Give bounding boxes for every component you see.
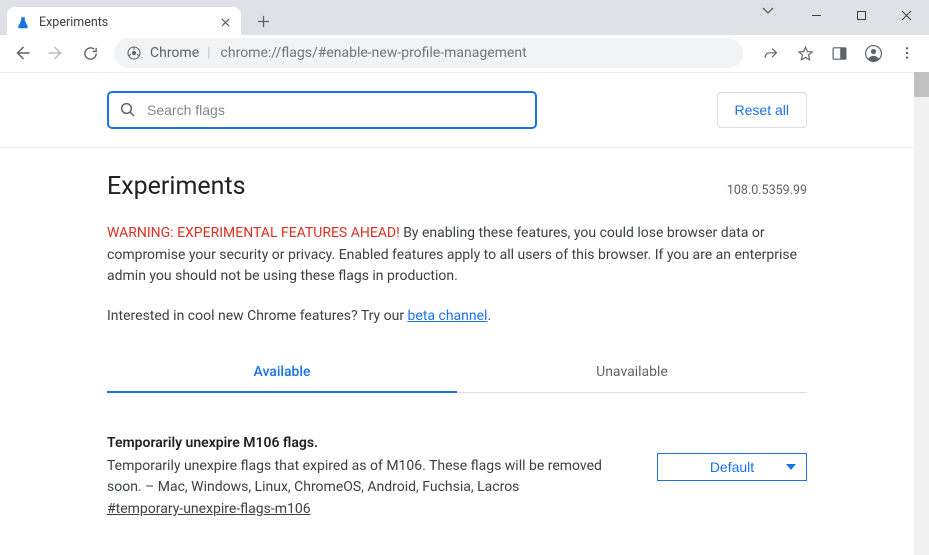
search-row: Reset all xyxy=(0,73,914,148)
close-tab-icon[interactable] xyxy=(217,14,233,30)
new-tab-button[interactable] xyxy=(249,7,277,35)
beta-line: Interested in cool new Chrome features? … xyxy=(107,308,807,324)
tabs: Available Unavailable xyxy=(107,352,807,393)
beta-pre: Interested in cool new Chrome features? … xyxy=(107,308,408,324)
search-wrap[interactable] xyxy=(107,91,537,129)
warning-red: WARNING: EXPERIMENTAL FEATURES AHEAD! xyxy=(107,225,400,241)
window-controls xyxy=(794,0,929,30)
flag-hash-link[interactable]: #temporary-unexpire-flags-m106 xyxy=(107,501,311,517)
scrollbar-thumb[interactable] xyxy=(914,72,929,97)
minimize-button[interactable] xyxy=(794,0,839,30)
beta-channel-link[interactable]: beta channel xyxy=(408,308,488,324)
reload-button[interactable] xyxy=(74,38,106,68)
back-button[interactable] xyxy=(6,38,38,68)
search-icon xyxy=(119,101,137,119)
version-label: 108.0.5359.99 xyxy=(727,183,807,198)
search-input[interactable] xyxy=(147,102,525,118)
page-title: Experiments xyxy=(107,172,246,201)
scrollbar-track[interactable] xyxy=(914,72,929,555)
flag-desc: Temporarily unexpire flags that expired … xyxy=(107,456,637,498)
tab-unavailable[interactable]: Unavailable xyxy=(457,352,807,392)
content: Experiments 108.0.5359.99 WARNING: EXPER… xyxy=(0,148,914,555)
omnibox-separator: | xyxy=(207,45,210,61)
titlebar: Experiments xyxy=(0,0,929,35)
warning-text: WARNING: EXPERIMENTAL FEATURES AHEAD! By… xyxy=(107,223,807,288)
forward-button[interactable] xyxy=(40,38,72,68)
share-icon[interactable] xyxy=(755,38,787,68)
flag-select[interactable]: Default xyxy=(657,453,807,481)
browser-tab[interactable]: Experiments xyxy=(7,7,241,37)
tab-available[interactable]: Available xyxy=(107,352,457,392)
page-viewport: Reset all Experiments 108.0.5359.99 WARN… xyxy=(0,72,914,555)
flask-icon xyxy=(15,14,31,30)
beta-post: . xyxy=(487,308,491,324)
close-window-button[interactable] xyxy=(884,0,929,30)
tab-title: Experiments xyxy=(39,15,108,30)
omnibox-url: chrome://flags/#enable-new-profile-manag… xyxy=(221,45,527,61)
toolbar: Chrome | chrome://flags/#enable-new-prof… xyxy=(0,35,929,72)
omnibox[interactable]: Chrome | chrome://flags/#enable-new-prof… xyxy=(114,38,743,68)
omnibox-prefix: Chrome xyxy=(150,45,199,61)
profile-icon[interactable] xyxy=(857,38,889,68)
site-info-icon[interactable]: Chrome xyxy=(126,45,199,61)
bookmark-icon[interactable] xyxy=(789,38,821,68)
chevron-down-icon[interactable] xyxy=(762,6,774,16)
menu-icon[interactable] xyxy=(891,38,923,68)
maximize-button[interactable] xyxy=(839,0,884,30)
side-panel-icon[interactable] xyxy=(823,38,855,68)
reset-all-button[interactable]: Reset all xyxy=(717,92,807,128)
flag-title: Temporarily unexpire M106 flags. xyxy=(107,435,637,451)
flag-row: Temporarily unexpire M106 flags. Tempora… xyxy=(107,435,807,517)
